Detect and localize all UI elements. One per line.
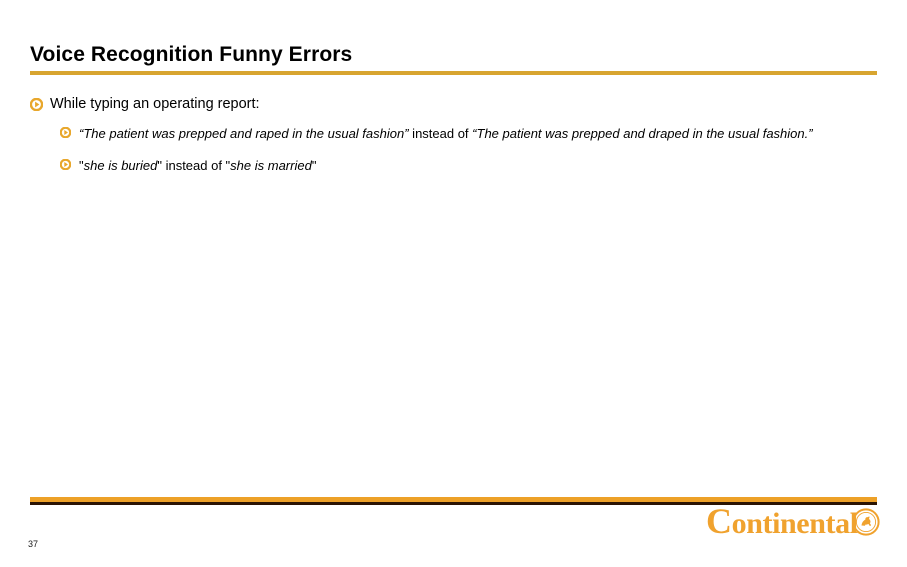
continental-logo: Continental (706, 503, 882, 541)
slide-canvas: Voice Recognition Funny Errors While typ… (0, 0, 907, 567)
logo-wordmark: Continental (706, 503, 858, 540)
slide-body: While typing an operating report: “The p… (30, 94, 880, 187)
bullet-level1: While typing an operating report: (30, 94, 880, 114)
play-circle-icon (60, 127, 71, 138)
bullet-level1-label: While typing an operating report: (50, 96, 260, 112)
logo-wordmark-rest: ontinental (731, 507, 858, 540)
close-quote: " (311, 158, 317, 173)
bullet-level2-text: “The patient was prepped and raped in th… (79, 126, 813, 141)
quoted-correct-phrase: she is married (230, 158, 312, 173)
connector-text: " instead of " (157, 158, 231, 173)
title-divider (30, 71, 877, 75)
page-title: Voice Recognition Funny Errors (30, 43, 353, 66)
bullet-level2: “The patient was prepped and raped in th… (60, 123, 880, 144)
bullet-level2-text: " she is buried" instead of "she is marri… (79, 158, 316, 173)
play-circle-icon (30, 98, 43, 111)
quoted-error-phrase: “The patient was prepped and raped in th… (79, 126, 409, 141)
play-circle-icon (60, 159, 71, 170)
page-number: 37 (28, 539, 39, 549)
quoted-correct-phrase: “The patient was prepped and draped in t… (472, 126, 813, 141)
quoted-error-phrase: she is buried (83, 158, 158, 173)
connector-text: instead of (408, 126, 473, 141)
bullet-level2: " she is buried" instead of "she is marri… (60, 155, 880, 176)
horse-emblem-icon (852, 508, 880, 536)
logo-wordmark-initial: C (706, 501, 732, 541)
